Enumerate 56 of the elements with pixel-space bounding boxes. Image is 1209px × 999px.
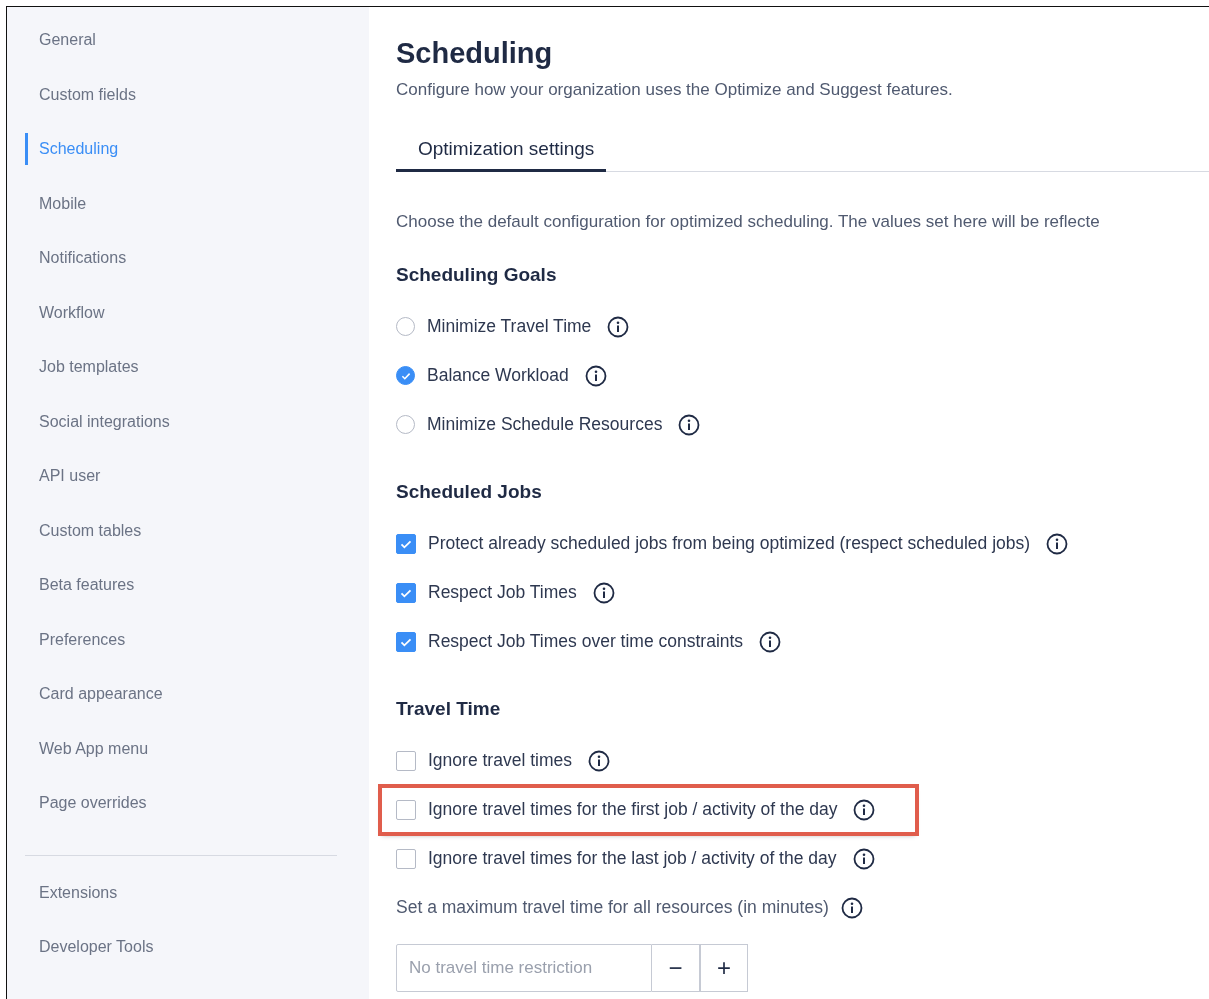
- option-label: Respect Job Times: [428, 582, 577, 603]
- checkbox[interactable]: [396, 799, 416, 820]
- sidebar-item[interactable]: Mobile: [7, 190, 87, 245]
- input-field[interactable]: No travel time restriction: [396, 944, 652, 992]
- decrement-button[interactable]: −: [652, 944, 700, 992]
- info-icon[interactable]: [852, 847, 875, 870]
- option-label: Balance Workload: [427, 365, 569, 386]
- sidebar-item[interactable]: General: [7, 27, 96, 82]
- sidebar-item[interactable]: Card appearance: [7, 681, 163, 736]
- page-subtitle: Configure how your organization uses the Optimize and Suggest features.: [396, 80, 954, 100]
- checkbox[interactable]: [396, 582, 416, 603]
- sidebar-item[interactable]: Custom fields: [7, 81, 136, 136]
- section-heading: Travel Time: [396, 698, 502, 720]
- sidebar-item[interactable]: API user: [7, 463, 101, 518]
- info-icon[interactable]: [853, 798, 876, 821]
- sidebar-item[interactable]: Developer Tools: [7, 934, 154, 989]
- checkbox[interactable]: [396, 848, 416, 869]
- option-label: Minimize Schedule Resources: [427, 414, 663, 435]
- info-icon[interactable]: [584, 364, 607, 387]
- page-title: Scheduling: [396, 36, 554, 71]
- option-label: Protect already scheduled jobs from being optimized (respect scheduled jobs): [428, 533, 1031, 554]
- radio-button[interactable]: [396, 366, 415, 385]
- option-label: Ignore travel times for the first job / activity of the day: [428, 799, 838, 820]
- increment-button[interactable]: +: [700, 944, 748, 992]
- sidebar-item[interactable]: Scheduling: [25, 133, 119, 165]
- radio-button[interactable]: [396, 317, 415, 336]
- description-text: Choose the default configuration for optimized scheduling. The values set here will be reflecte: [396, 212, 1101, 232]
- sidebar-item[interactable]: Social integrations: [7, 408, 170, 463]
- sidebar-item[interactable]: Job templates: [7, 354, 139, 409]
- checkbox[interactable]: [396, 631, 416, 652]
- info-icon[interactable]: [678, 413, 701, 436]
- section-heading: Scheduled Jobs: [396, 481, 543, 503]
- sidebar-item[interactable]: Workflow: [7, 299, 105, 354]
- option-label: Ignore travel times for the last job / activity of the day: [428, 848, 837, 869]
- sidebar-item[interactable]: Preferences: [7, 626, 126, 681]
- sidebar-item[interactable]: Page overrides: [7, 790, 147, 845]
- radio-button[interactable]: [396, 415, 415, 434]
- checkbox[interactable]: [396, 533, 416, 554]
- option-label: Respect Job Times over time constraints: [428, 631, 744, 652]
- section-heading: Scheduling Goals: [396, 264, 558, 286]
- sidebar-item[interactable]: Custom tables: [7, 517, 142, 572]
- info-icon[interactable]: [759, 630, 782, 653]
- option-label: Minimize Travel Time: [427, 316, 592, 337]
- sidebar-item[interactable]: Extensions: [7, 879, 118, 934]
- sidebar-item[interactable]: Beta features: [7, 572, 135, 627]
- checkbox[interactable]: [396, 750, 416, 771]
- info-icon[interactable]: [592, 581, 615, 604]
- info-icon[interactable]: [840, 896, 863, 919]
- field-label: Set a maximum travel time for all resources (in minutes): [396, 897, 829, 918]
- sidebar-item[interactable]: Notifications: [7, 245, 127, 300]
- info-icon[interactable]: [607, 315, 630, 338]
- sidebar-item[interactable]: Web App menu: [7, 735, 149, 790]
- info-icon[interactable]: [587, 749, 610, 772]
- option-label: Ignore travel times: [428, 750, 572, 771]
- tab[interactable]: Optimization settings: [396, 138, 607, 172]
- info-icon[interactable]: [1046, 532, 1069, 555]
